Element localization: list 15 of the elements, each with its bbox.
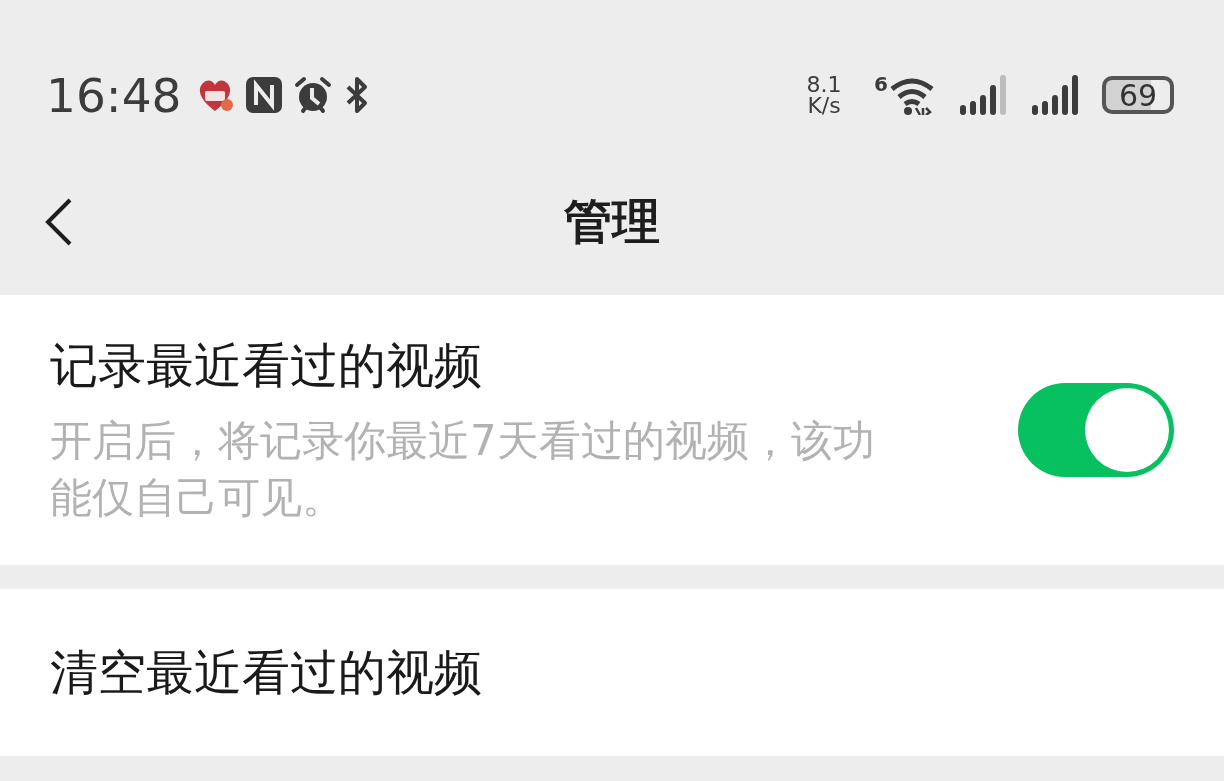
- alarm-clock-icon: [293, 75, 334, 115]
- settings-card[interactable]: 清空最近看过的视频: [0, 589, 1224, 756]
- setting-description: 开启后，将记录你最近7天看过的视频，该功能仅自己可见。: [50, 415, 876, 524]
- wifi-icon: [888, 75, 936, 115]
- wifi-number-label: 6: [874, 75, 888, 93]
- battery-icon: 69: [1102, 76, 1174, 114]
- setting-title: 记录最近看过的视频: [50, 336, 483, 395]
- signal-icon: [958, 75, 1008, 115]
- nfc-icon: [245, 75, 284, 115]
- signal-icon: [1030, 75, 1080, 115]
- network-speed: 8.1 K/s: [805, 74, 843, 116]
- back-icon[interactable]: [44, 198, 74, 246]
- page-title: 管理: [564, 192, 660, 251]
- clock-time: 16:48: [46, 67, 182, 123]
- setting-title: 清空最近看过的视频: [50, 642, 482, 702]
